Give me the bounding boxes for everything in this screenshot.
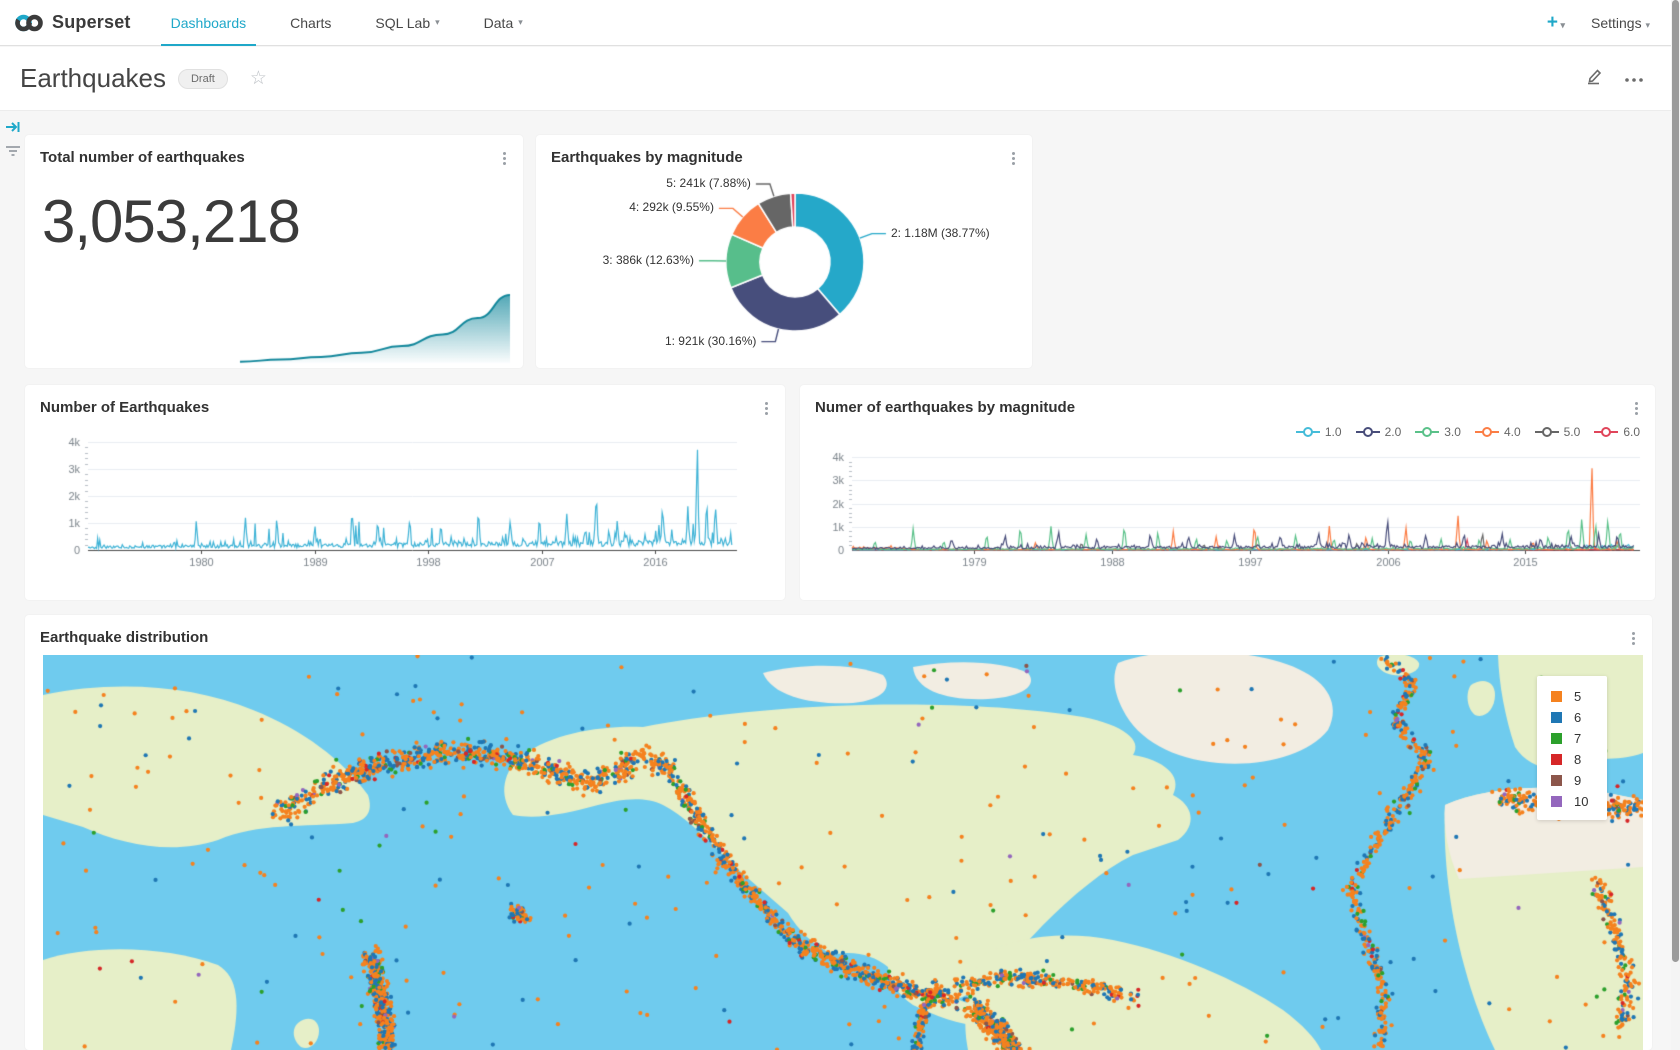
new-item-button[interactable]: + ▾ [1547,12,1565,34]
chevron-down-icon: ▾ [1558,20,1565,30]
superset-infinity-icon [14,13,44,33]
legend-label: 5 [1574,689,1581,704]
chevron-down-icon: ▾ [1645,20,1650,30]
filter-funnel-icon[interactable] [5,144,21,158]
chevron-down-icon: ▾ [518,17,523,28]
page-title: Earthquakes [20,63,166,94]
expand-filter-bar-icon[interactable] [5,120,21,134]
legend-swatch-icon [1551,796,1562,807]
legend-swatch-icon [1551,691,1562,702]
nav-sql-lab[interactable]: SQL Lab▾ [353,0,461,46]
legend-swatch-icon [1551,754,1562,765]
legend-swatch-icon [1551,733,1562,744]
brand-name: Superset [52,12,131,33]
chart-title: Total number of earthquakes [40,149,245,166]
settings-menu[interactable]: Settings ▾ [1591,15,1650,31]
big-number-value: 3,053,218 [42,187,300,256]
legend-label: 10 [1574,794,1588,809]
chart-card-earthquakes-by-magnitude-ts: Numer of earthquakes by magnitude 1.02.0… [800,385,1655,600]
legend-label: 7 [1574,731,1581,746]
more-options-icon[interactable] [1624,70,1644,88]
superset-logo[interactable]: Superset [0,12,149,33]
map-legend-item-8: 8 [1551,749,1607,770]
nav-charts[interactable]: Charts [268,0,353,46]
donut-slice-label: 5: 241k (7.88%) [666,176,751,190]
status-badge: Draft [178,69,228,89]
chart-card-number-of-earthquakes: Number of Earthquakes [25,385,785,600]
page-scrollbar [1671,0,1680,1050]
legend-label: 8 [1574,752,1581,767]
chart-title: Earthquake distribution [40,629,208,646]
filter-bar-rail [0,112,25,1050]
scrollbar-thumb[interactable] [1672,0,1679,962]
map-legend-item-6: 6 [1551,707,1607,728]
trendline-sparkline [25,285,523,368]
edit-pencil-icon[interactable] [1584,66,1604,91]
legend-swatch-icon [1551,775,1562,786]
donut-slice-label: 3: 386k (12.63%) [603,253,694,267]
line-chart[interactable] [800,385,1655,600]
top-navbar: Superset Dashboards Charts SQL Lab▾ Data… [0,0,1680,46]
world-map[interactable]: 5 6 7 8 9 10 [43,655,1643,1050]
legend-swatch-icon [1551,712,1562,723]
map-legend-item-5: 5 [1551,686,1607,707]
nav-dashboards[interactable]: Dashboards [149,0,269,46]
map-legend-item-10: 10 [1551,791,1607,812]
donut-slice-label: 2: 1.18M (38.77%) [891,226,990,240]
chart-card-earthquake-distribution: Earthquake distribution 5 6 7 8 9 10 [25,615,1652,1050]
favorite-star-icon[interactable]: ☆ [250,67,267,90]
chart-card-earthquakes-by-magnitude: Earthquakes by magnitude 2: 1.18M (38.77… [536,135,1032,368]
map-legend: 5 6 7 8 9 10 [1537,676,1607,820]
chevron-down-icon: ▾ [435,17,440,28]
line-chart[interactable] [25,385,785,600]
legend-label: 9 [1574,773,1581,788]
nav-data[interactable]: Data▾ [462,0,545,46]
chart-menu-kebab-icon[interactable] [1626,629,1640,647]
legend-label: 6 [1574,710,1581,725]
chart-card-total-earthquakes: Total number of earthquakes 3,053,218 [25,135,523,368]
chart-menu-kebab-icon[interactable] [497,149,511,167]
map-legend-item-9: 9 [1551,770,1607,791]
dashboard-header: Earthquakes Draft ☆ [0,47,1680,111]
donut-slice-label: 1: 921k (30.16%) [665,334,756,348]
donut-slice-label: 4: 292k (9.55%) [629,200,714,214]
donut-chart[interactable] [536,135,1032,368]
map-legend-item-7: 7 [1551,728,1607,749]
